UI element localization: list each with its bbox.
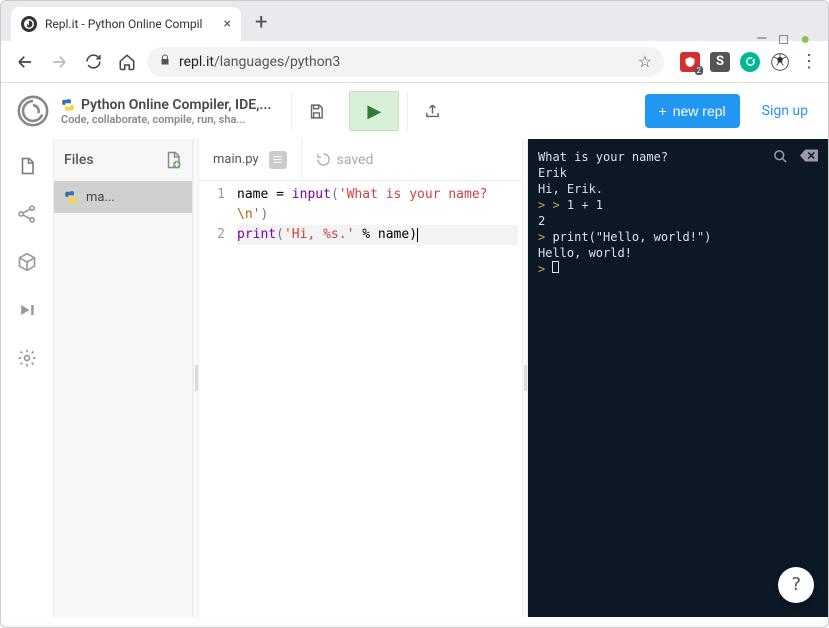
back-button[interactable]	[11, 48, 39, 76]
profile-avatar-icon[interactable]	[770, 52, 790, 72]
run-button[interactable]: ▶	[349, 91, 399, 131]
files-icon[interactable]	[16, 155, 38, 177]
file-name: ma...	[86, 190, 115, 205]
app-header: Python Online Compiler, IDE,... Code, co…	[1, 83, 828, 139]
console-clear-icon[interactable]	[800, 149, 818, 168]
signup-link[interactable]: Sign up	[762, 103, 808, 119]
browser-tab-strip: — ● Repl.it - Python Online Compil × +	[1, 1, 828, 41]
add-file-icon[interactable]	[164, 151, 182, 169]
browser-menu-button[interactable]: ⋮	[800, 51, 818, 72]
python-icon	[64, 190, 78, 204]
console-cursor	[552, 261, 559, 273]
code-content[interactable]: name = input('What is your name?\n')prin…	[233, 181, 522, 617]
extension-badge: 2	[695, 66, 704, 75]
share-button[interactable]	[407, 91, 457, 131]
python-icon	[61, 98, 75, 112]
window-close-button[interactable]: ●	[800, 29, 810, 49]
editor-panel: main.py saved 1 2 name = in	[199, 139, 522, 617]
console-search-icon[interactable]	[773, 149, 788, 168]
replit-logo-icon[interactable]	[13, 91, 53, 131]
forward-button[interactable]	[45, 48, 73, 76]
left-icon-rail	[1, 139, 53, 617]
bookmark-star-icon[interactable]: ☆	[638, 52, 652, 71]
page-subtitle: Code, collaborate, compile, run, sha...	[61, 113, 271, 126]
home-button[interactable]	[113, 48, 141, 76]
console-panel[interactable]: What is your name? Erik Hi, Erik. > > 1 …	[528, 139, 828, 617]
file-item[interactable]: ma...	[54, 181, 192, 213]
plus-icon: +	[659, 103, 667, 119]
settings-gear-icon[interactable]	[16, 347, 38, 369]
address-bar[interactable]: repl.it/languages/python3 ☆	[147, 47, 664, 77]
lock-icon	[159, 54, 171, 69]
console-line: > > 1 + 1	[538, 197, 818, 213]
resize-handle[interactable]	[193, 139, 199, 617]
browser-toolbar: repl.it/languages/python3 ☆ 2 S ⋮	[1, 41, 828, 83]
page-title: Python Online Compiler, IDE,...	[61, 97, 271, 113]
reload-button[interactable]	[79, 48, 107, 76]
new-repl-button[interactable]: + new repl	[645, 94, 740, 128]
console-line: Hi, Erik.	[538, 181, 818, 197]
text-cursor	[417, 228, 418, 242]
files-panel: Files ma...	[53, 139, 193, 617]
close-tab-button[interactable]: ×	[224, 16, 231, 32]
help-button[interactable]: ?	[778, 567, 814, 603]
window-minimize-button[interactable]: —	[756, 31, 767, 47]
files-panel-title: Files	[64, 152, 94, 168]
replit-favicon-icon	[21, 16, 37, 32]
line-gutter: 1 2	[199, 181, 233, 617]
editor-tab[interactable]: main.py	[199, 139, 302, 181]
window-maximize-button[interactable]	[779, 35, 788, 44]
url-text: repl.it/languages/python3	[179, 54, 340, 70]
share-nodes-icon[interactable]	[16, 203, 38, 225]
debugger-icon[interactable]	[16, 299, 38, 321]
tab-options-icon[interactable]	[269, 151, 287, 169]
console-line: Hello, world!	[538, 245, 818, 261]
console-line: > print("Hello, world!")	[538, 229, 818, 245]
console-prompt[interactable]: >	[538, 261, 818, 277]
save-button[interactable]	[291, 91, 341, 131]
packages-icon[interactable]	[16, 251, 38, 273]
grammarly-extension-icon[interactable]	[740, 52, 760, 72]
editor-tab-name: main.py	[213, 152, 259, 167]
code-editor[interactable]: 1 2 name = input('What is your name?\n')…	[199, 181, 522, 617]
saved-indicator: saved	[316, 152, 374, 168]
browser-tab[interactable]: Repl.it - Python Online Compil ×	[11, 7, 241, 41]
browser-tab-title: Repl.it - Python Online Compil	[45, 17, 216, 31]
ublock-extension-icon[interactable]: 2	[680, 52, 700, 72]
console-line: 2	[538, 213, 818, 229]
s-extension-icon[interactable]: S	[710, 52, 730, 72]
new-tab-button[interactable]: +	[255, 10, 267, 35]
